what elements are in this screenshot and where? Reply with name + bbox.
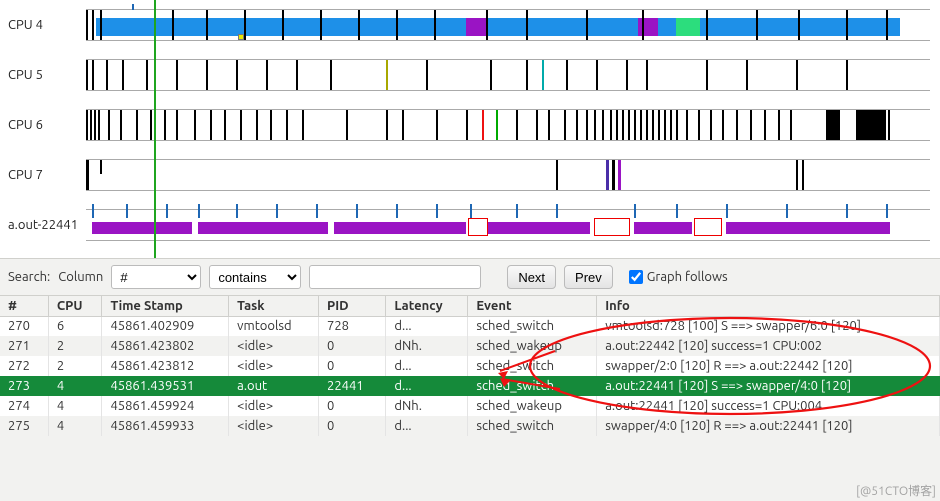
cell: 45861.459924 — [102, 396, 229, 416]
cell: 0 — [318, 396, 385, 416]
col-header[interactable]: Task — [229, 296, 319, 316]
row-label: a.out-22441 — [6, 218, 86, 232]
cell: sched_wakeup — [468, 336, 597, 356]
search-input[interactable] — [309, 265, 481, 289]
cell: a.out:22441 [120] success=1 CPU:004 — [597, 396, 940, 416]
table-body: 270645861.402909vmtoolsd728d...sched_swi… — [0, 316, 940, 436]
cell: sched_switch — [468, 376, 597, 396]
operator-select[interactable]: contains — [209, 265, 301, 289]
cell: 0 — [318, 416, 385, 436]
cell: 4 — [48, 376, 102, 396]
cell: d... — [386, 316, 468, 336]
table-row[interactable]: 274445861.459924<idle>0dNh.sched_wakeupa… — [0, 396, 940, 416]
cell: 271 — [0, 336, 48, 356]
cell: a.out:22441 [120] S ==> swapper/4:0 [120… — [597, 376, 940, 396]
graph-row-cpu4: CPU 4 — [6, 0, 930, 50]
cell: 45861.423802 — [102, 336, 229, 356]
cell: 272 — [0, 356, 48, 376]
cell: a.out — [229, 376, 319, 396]
cell: d... — [386, 356, 468, 376]
table-row[interactable]: 275445861.459933<idle>0d...sched_switchs… — [0, 416, 940, 436]
col-header[interactable]: CPU — [48, 296, 102, 316]
graph-row-cpu5: CPU 5 — [6, 50, 930, 100]
search-bar: Search: Column # contains Next Prev Grap… — [0, 258, 940, 296]
cell: sched_wakeup — [468, 396, 597, 416]
column-label: Column — [58, 270, 103, 284]
cell: sched_switch — [468, 356, 597, 376]
row-label: CPU 4 — [6, 18, 86, 32]
col-header[interactable]: Info — [597, 296, 940, 316]
cell: 45861.439531 — [102, 376, 229, 396]
col-header[interactable]: Time Stamp — [102, 296, 229, 316]
cell: dNh. — [386, 396, 468, 416]
col-header[interactable]: # — [0, 296, 48, 316]
cpu4-track[interactable] — [86, 9, 930, 41]
cell: 274 — [0, 396, 48, 416]
search-label: Search: — [8, 270, 50, 284]
cell: d... — [386, 416, 468, 436]
column-select[interactable]: # — [111, 265, 201, 289]
prev-button[interactable]: Prev — [564, 265, 613, 289]
cpu7-track[interactable] — [86, 159, 930, 191]
cell: 4 — [48, 396, 102, 416]
cell: swapper/2:0 [120] R ==> a.out:22442 [120… — [597, 356, 940, 376]
cell: <idle> — [229, 396, 319, 416]
cell: 270 — [0, 316, 48, 336]
table-header-row: #CPUTime StampTaskPIDLatencyEventInfo — [0, 296, 940, 316]
cell: vmtoolsd — [229, 316, 319, 336]
graph-row-aout: a.out-22441 — [6, 200, 930, 250]
graph-follows-label: Graph follows — [647, 270, 728, 284]
cpu-graph-panel: CPU 4 CPU 5 — [0, 0, 940, 258]
cursor-marker-icon — [238, 34, 244, 40]
col-header[interactable]: Event — [468, 296, 597, 316]
cell: vmtoolsd:728 [100] S ==> swapper/6:0 [12… — [597, 316, 940, 336]
cell: 45861.423812 — [102, 356, 229, 376]
cell: 275 — [0, 416, 48, 436]
graph-follows-input[interactable] — [629, 270, 643, 284]
events-table: #CPUTime StampTaskPIDLatencyEventInfo 27… — [0, 296, 940, 436]
table-row[interactable]: 272245861.423812<idle>0d...sched_switchs… — [0, 356, 940, 376]
cell: dNh. — [386, 336, 468, 356]
table-row[interactable]: 271245861.423802<idle>0dNh.sched_wakeupa… — [0, 336, 940, 356]
cell: swapper/4:0 [120] R ==> a.out:22441 [120… — [597, 416, 940, 436]
row-label: CPU 7 — [6, 168, 86, 182]
cell: 0 — [318, 336, 385, 356]
row-label: CPU 5 — [6, 68, 86, 82]
cell: 0 — [318, 356, 385, 376]
cell: 22441 — [318, 376, 385, 396]
time-cursor[interactable] — [154, 0, 156, 258]
col-header[interactable]: Latency — [386, 296, 468, 316]
cpu5-track[interactable] — [86, 59, 930, 91]
cell: <idle> — [229, 336, 319, 356]
cell: d... — [386, 376, 468, 396]
aout-track[interactable] — [86, 209, 930, 241]
cell: <idle> — [229, 356, 319, 376]
col-header[interactable]: PID — [318, 296, 385, 316]
cell: 4 — [48, 416, 102, 436]
table-row[interactable]: 270645861.402909vmtoolsd728d...sched_swi… — [0, 316, 940, 336]
cell: 2 — [48, 356, 102, 376]
graph-row-cpu6: CPU 6 — [6, 100, 930, 150]
watermark: [@51CTO博客] — [856, 482, 936, 499]
cell: 273 — [0, 376, 48, 396]
cell: 2 — [48, 336, 102, 356]
cell: sched_switch — [468, 416, 597, 436]
row-label: CPU 6 — [6, 118, 86, 132]
cell: 45861.459933 — [102, 416, 229, 436]
graph-follows-checkbox[interactable]: Graph follows — [629, 270, 728, 284]
cell: 6 — [48, 316, 102, 336]
cpu6-track[interactable] — [86, 109, 930, 141]
cell: sched_switch — [468, 316, 597, 336]
graph-row-cpu7: CPU 7 — [6, 150, 930, 200]
cell: 45861.402909 — [102, 316, 229, 336]
cell: 728 — [318, 316, 385, 336]
cell: a.out:22442 [120] success=1 CPU:002 — [597, 336, 940, 356]
next-button[interactable]: Next — [507, 265, 556, 289]
table-row[interactable]: 273445861.439531a.out22441d...sched_swit… — [0, 376, 940, 396]
cell: <idle> — [229, 416, 319, 436]
